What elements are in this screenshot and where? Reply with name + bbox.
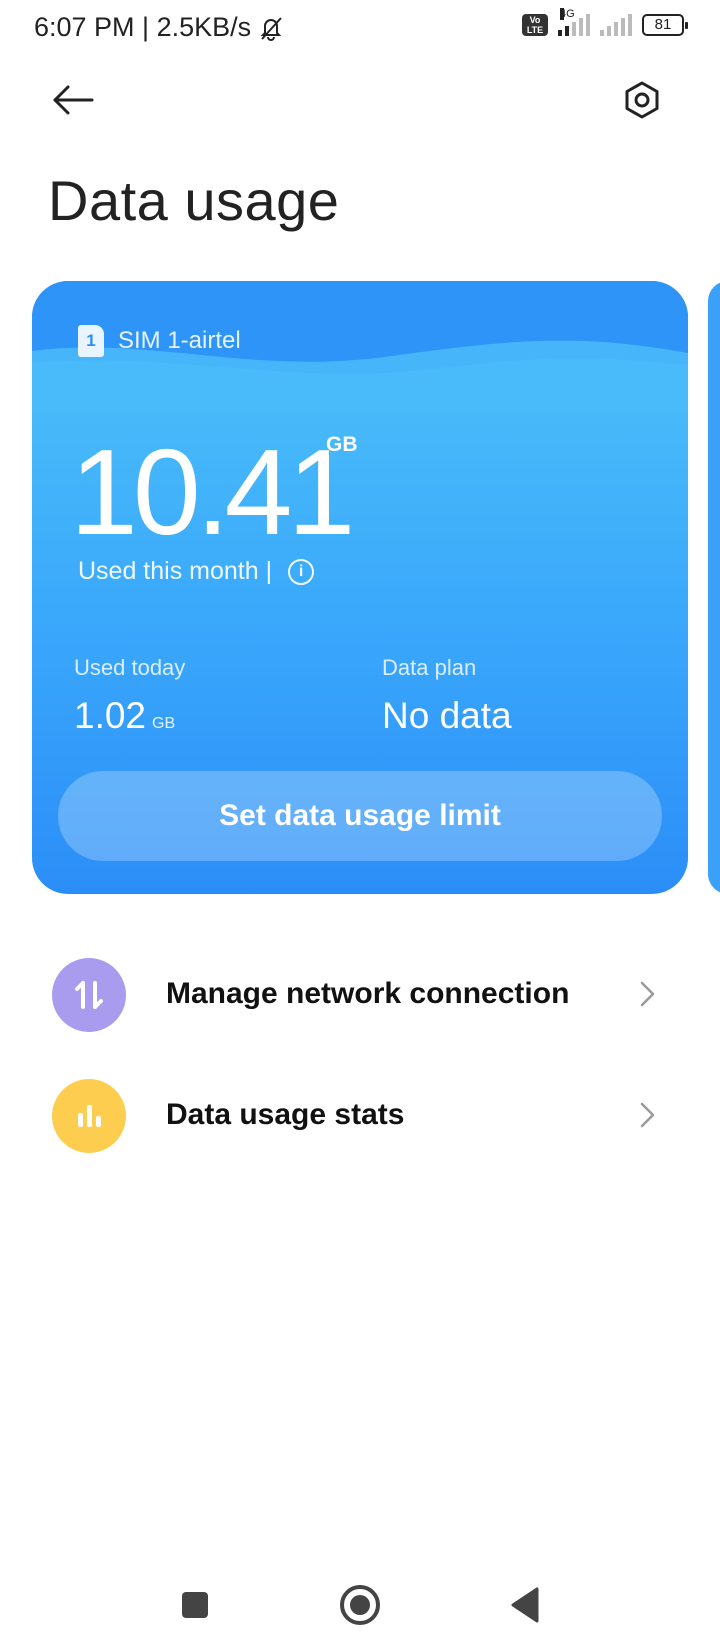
sim-usage-card[interactable]: 1 SIM 1-airtel 10.41 GB Used this month … [32,281,688,894]
info-icon[interactable]: i [288,558,315,585]
set-data-limit-button[interactable]: Set data usage limit [58,771,662,861]
up-down-arrows-icon [52,958,126,1032]
monthly-usage-unit: GB [326,433,358,456]
monthly-usage-caption: Used this month | i [78,557,315,586]
back-nav-button[interactable] [500,1580,550,1630]
chevron-right-icon [640,1102,655,1128]
page-title: Data usage [48,169,340,232]
settings-button[interactable] [616,74,668,126]
status-bar: 6:07 PM | 2.5KB/s Vo LTE 4G 81 [0,0,720,56]
square-icon [182,1592,208,1618]
chevron-right-icon [640,981,655,1007]
list-item-label: Data usage stats [166,1098,405,1131]
back-arrow-icon [53,85,94,115]
battery-level: 81 [654,16,672,33]
recents-button[interactable] [170,1580,220,1630]
gear-icon [625,81,659,119]
used-this-month-label: Used this month | [78,557,273,585]
used-today-value: 1.02 [74,695,147,736]
used-today-unit: GB [152,715,176,732]
bell-muted-icon [260,16,282,41]
signal-sim2-icon [600,14,632,36]
status-left: 6:07 PM | 2.5KB/s [34,12,285,43]
time-speed: 6:07 PM | 2.5KB/s [34,12,252,42]
used-today-label: Used today [74,655,186,680]
list-item-manage-network[interactable]: Manage network connection [0,939,720,1049]
status-right: Vo LTE 4G 81 [522,8,688,36]
circle-home-icon [340,1585,380,1625]
battery-icon: 81 [642,14,688,36]
navigation-bar [0,1570,720,1640]
list-item-label: Manage network connection [166,977,570,1010]
triangle-back-icon [511,1587,539,1623]
data-plan-value[interactable]: No data [382,695,512,737]
signal-sim1-icon: 4G [558,8,590,36]
list-item-data-usage-stats[interactable]: Data usage stats [0,1060,720,1170]
data-plan-label: Data plan [382,655,477,680]
next-sim-card-peek[interactable] [708,281,720,894]
network-type: 4G [560,8,575,20]
sim-card-icon: 1 [78,325,104,357]
sim-label: SIM 1-airtel [118,327,241,354]
volte-icon: Vo LTE [522,14,548,36]
monthly-usage-value: 10.41 [70,424,355,560]
home-button[interactable] [335,1580,385,1630]
used-today-value-row: 1.02 GB [74,695,175,737]
back-button[interactable] [48,74,100,126]
bar-chart-icon [52,1079,126,1153]
sim-header: 1 SIM 1-airtel [78,325,241,357]
